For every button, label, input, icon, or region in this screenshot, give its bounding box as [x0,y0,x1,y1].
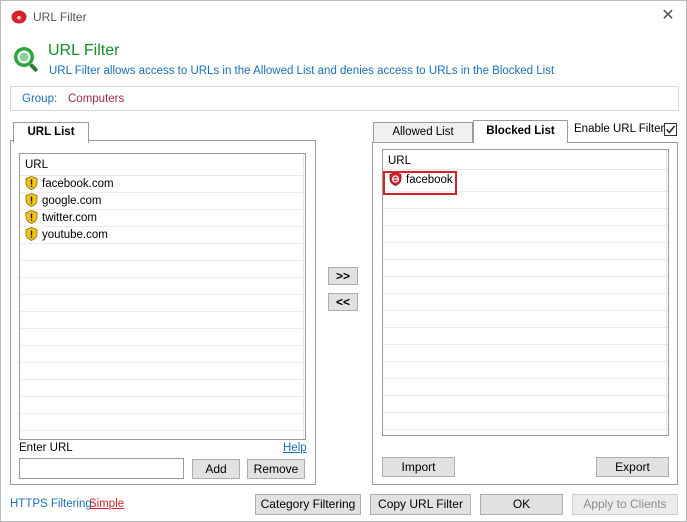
list-row-empty [383,311,668,328]
enable-url-filter-label: Enable URL Filter [574,123,665,135]
list-row-empty [20,414,305,431]
list-row-empty [20,431,305,439]
remove-button[interactable]: Remove [247,459,305,479]
close-icon[interactable]: ✕ [659,7,677,25]
help-link[interactable]: Help [283,442,307,454]
page-description: URL Filter allows access to URLs in the … [49,65,555,77]
url-list[interactable]: URL facebook.com google.com twitter.com … [19,153,306,440]
url-column-header[interactable]: URL [20,154,305,176]
warning-shield-icon [25,193,38,207]
import-button[interactable]: Import [382,457,455,477]
list-row-empty [383,345,668,362]
list-row-empty [383,362,668,379]
enable-url-filter-checkbox[interactable] [664,123,677,136]
list-row-empty [383,277,668,294]
tab-url-list[interactable]: URL List [13,122,89,143]
list-row-empty [20,329,305,346]
svg-text:e: e [17,15,21,22]
list-item[interactable]: google.com [20,193,305,210]
move-left-button[interactable]: << [328,293,358,311]
app-logo-icon: e [11,10,27,24]
list-row-empty [383,413,668,430]
enter-url-label: Enter URL [19,442,73,454]
url-input[interactable] [19,458,184,479]
list-row-empty [20,261,305,278]
https-filtering-mode-link[interactable]: Simple [89,498,124,510]
title-bar: e URL Filter ✕ [1,1,686,33]
list-row-empty [383,396,668,413]
list-row-empty [383,260,668,277]
window-title: URL Filter [33,10,87,24]
list-row-empty [20,346,305,363]
tab-blocked-list[interactable]: Blocked List [473,120,568,143]
warning-shield-icon [25,176,38,190]
tab-allowed-list[interactable]: Allowed List [373,122,473,142]
ok-button[interactable]: OK [480,494,563,515]
url-filter-magnifier-icon [14,47,38,72]
warning-shield-icon [25,210,38,224]
list-row-empty [20,278,305,295]
list-row-empty [20,380,305,397]
list-row-empty [383,209,668,226]
copy-url-filter-button[interactable]: Copy URL Filter [370,494,471,515]
list-item[interactable]: facebook.com [20,176,305,193]
list-row-empty [383,294,668,311]
list-row-empty [20,312,305,329]
checkmark-icon [665,125,676,134]
category-filtering-button[interactable]: Category Filtering [255,494,361,515]
list-row-empty [20,295,305,312]
apply-to-clients-button[interactable]: Apply to Clients [572,494,678,515]
list-row-empty [383,328,668,345]
list-row-empty [20,363,305,380]
group-bar: Group: Computers [10,86,679,111]
list-row-empty [383,226,668,243]
list-item[interactable]: youtube.com [20,227,305,244]
column-divider [303,154,304,439]
selected-item-highlight [383,171,457,195]
url-filter-window: e URL Filter ✕ URL Filter URL Filter all… [0,0,687,522]
list-row-empty [383,379,668,396]
move-right-button[interactable]: >> [328,267,358,285]
list-item[interactable]: twitter.com [20,210,305,227]
https-filtering-label: HTTPS Filtering: [10,498,95,510]
page-title: URL Filter [48,42,120,59]
group-label: Group: [22,93,58,105]
list-row-empty [20,397,305,414]
url-column-header[interactable]: URL [383,150,668,170]
list-row-empty [383,243,668,260]
group-value: Computers [68,93,125,105]
warning-shield-icon [25,227,38,241]
export-button[interactable]: Export [596,457,669,477]
list-row-empty [20,244,305,261]
column-divider [666,150,667,435]
add-button[interactable]: Add [192,459,240,479]
